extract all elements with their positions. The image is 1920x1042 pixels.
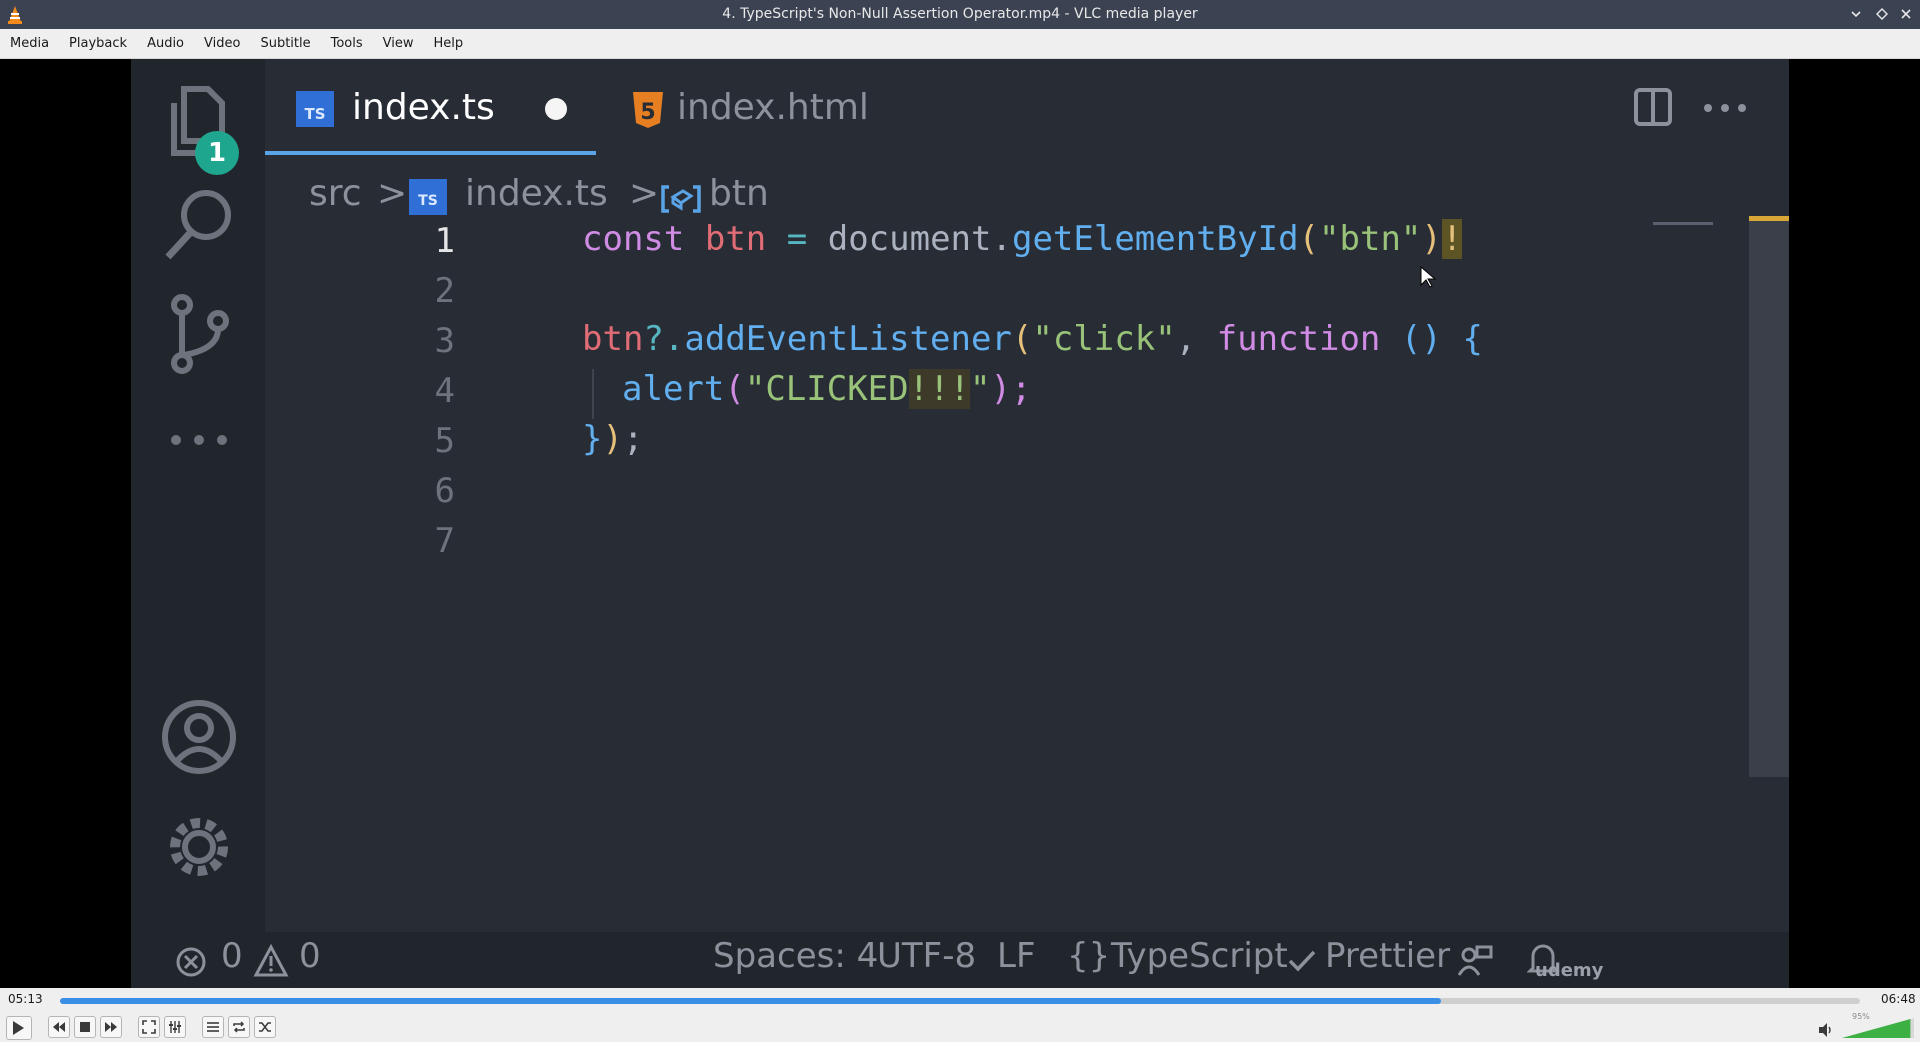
active-tab-indicator (265, 151, 596, 155)
more-icon (171, 435, 227, 445)
code-line-1: const btn = document.getElementById("btn… (582, 219, 1463, 259)
window-title: 4. TypeScript's Non-Null Assertion Opera… (722, 6, 1198, 22)
play-button[interactable] (6, 1016, 32, 1040)
previous-icon (53, 1022, 65, 1032)
encoding-status[interactable]: UTF-8 (877, 936, 976, 976)
html5-file-icon: 5 (633, 92, 663, 128)
breadcrumb-folder[interactable]: src (309, 173, 362, 214)
typescript-file-icon: TS (296, 91, 334, 127)
tab-index-html[interactable]: 5 index.html (631, 59, 891, 157)
breadcrumb-file[interactable]: index.ts (465, 173, 608, 214)
play-icon (13, 1021, 24, 1035)
menu-view[interactable]: View (373, 29, 424, 59)
indent-guide (592, 369, 594, 419)
editor-scrollbar[interactable] (1749, 217, 1789, 777)
stop-icon (80, 1022, 90, 1032)
restore-icon (1876, 8, 1888, 20)
svg-text:5: 5 (640, 100, 655, 125)
typescript-file-icon: TS (409, 179, 447, 215)
loop-button[interactable] (228, 1016, 250, 1038)
indentation-status[interactable]: Spaces: 4 (713, 936, 878, 976)
chevron-down-icon (1851, 11, 1861, 18)
menu-bar: Media Playback Audio Video Subtitle Tools View… (0, 29, 1920, 59)
breadcrumb-separator: > (629, 173, 660, 214)
language-braces-icon: {} (1067, 936, 1111, 976)
extended-settings-button[interactable] (164, 1016, 186, 1038)
error-icon (176, 947, 206, 977)
breadcrumb-separator: > (377, 173, 408, 214)
search-icon (165, 190, 231, 260)
fullscreen-button[interactable] (138, 1016, 160, 1038)
editor-activity-bar: 1 (131, 59, 265, 932)
menu-subtitle[interactable]: Subtitle (250, 29, 320, 59)
tab-label: index.html (677, 87, 869, 128)
player-controls: 05:13 06:48 95% (0, 988, 1920, 1042)
language-status[interactable]: TypeScript (1111, 936, 1288, 976)
formatter-status[interactable]: Prettier (1325, 936, 1450, 976)
shuffle-button[interactable] (254, 1016, 276, 1038)
account-icon (162, 700, 236, 774)
breadcrumb-symbol[interactable]: btn (709, 173, 769, 214)
more-actions-icon[interactable] (1703, 103, 1747, 113)
menu-playback[interactable]: Playback (59, 29, 137, 59)
total-time[interactable]: 06:48 (1881, 992, 1916, 1006)
split-editor-icon[interactable] (1633, 87, 1673, 127)
error-count[interactable]: 0 (221, 936, 243, 976)
next-icon (105, 1022, 117, 1032)
unsaved-dot-icon (545, 98, 567, 120)
code-line-4: alert("CLICKED!!!"); (622, 369, 1032, 409)
previous-button[interactable] (48, 1016, 70, 1038)
code-line-5: }); (582, 419, 644, 459)
maximize-button[interactable] (1872, 4, 1892, 24)
fullscreen-icon (142, 1020, 156, 1034)
close-icon (1901, 9, 1911, 19)
line-number: 2 (434, 271, 455, 311)
udemy-watermark: udemy (1535, 960, 1604, 981)
minimize-button[interactable] (1846, 4, 1866, 24)
volume-slider[interactable] (1842, 1018, 1914, 1038)
menu-audio[interactable]: Audio (137, 29, 194, 59)
title-bar: 4. TypeScript's Non-Null Assertion Opera… (0, 0, 1920, 29)
playlist-icon (207, 1022, 219, 1032)
warning-count[interactable]: 0 (299, 936, 321, 976)
settings-gear-icon (170, 818, 228, 876)
shuffle-icon (259, 1022, 271, 1032)
text-cursor: ! (1441, 219, 1463, 259)
feedback-icon (1457, 945, 1493, 976)
loop-icon (233, 1021, 245, 1033)
mouse-pointer-icon (1420, 265, 1437, 288)
symbol-variable-icon (661, 185, 701, 213)
menu-media[interactable]: Media (0, 29, 59, 59)
seek-bar[interactable] (60, 998, 1860, 1004)
elapsed-time[interactable]: 05:13 (8, 992, 43, 1006)
next-button[interactable] (100, 1016, 122, 1038)
warning-icon (253, 944, 289, 977)
speaker-icon[interactable] (1818, 1022, 1834, 1038)
scrollbar-marker (1749, 216, 1789, 221)
video-frame: 1 TS index.ts 5 index.html src > TS inde… (131, 59, 1789, 988)
equalizer-icon (169, 1021, 181, 1033)
tab-index-ts[interactable]: TS index.ts (296, 59, 596, 157)
seek-progress (60, 998, 1441, 1004)
check-icon (1288, 950, 1316, 972)
menu-tools[interactable]: Tools (321, 29, 373, 59)
code-line-3: btn?.addEventListener("click", function … (582, 319, 1483, 359)
menu-help[interactable]: Help (424, 29, 474, 59)
playlist-button[interactable] (202, 1016, 224, 1038)
close-button[interactable] (1896, 4, 1916, 24)
line-number: 6 (434, 471, 455, 511)
minimap (1653, 222, 1713, 225)
eol-status[interactable]: LF (997, 936, 1036, 976)
line-number: 7 (434, 521, 455, 561)
explorer-badge: 1 (195, 131, 239, 175)
tab-label: index.ts (352, 87, 495, 128)
editor-status-bar: 0 0 Spaces: 4 UTF-8 LF {} TypeScript Pre… (131, 932, 1789, 988)
menu-video[interactable]: Video (194, 29, 250, 59)
stop-button[interactable] (74, 1016, 96, 1038)
video-display[interactable]: 1 TS index.ts 5 index.html src > TS inde… (0, 59, 1920, 988)
source-control-icon (171, 294, 229, 374)
